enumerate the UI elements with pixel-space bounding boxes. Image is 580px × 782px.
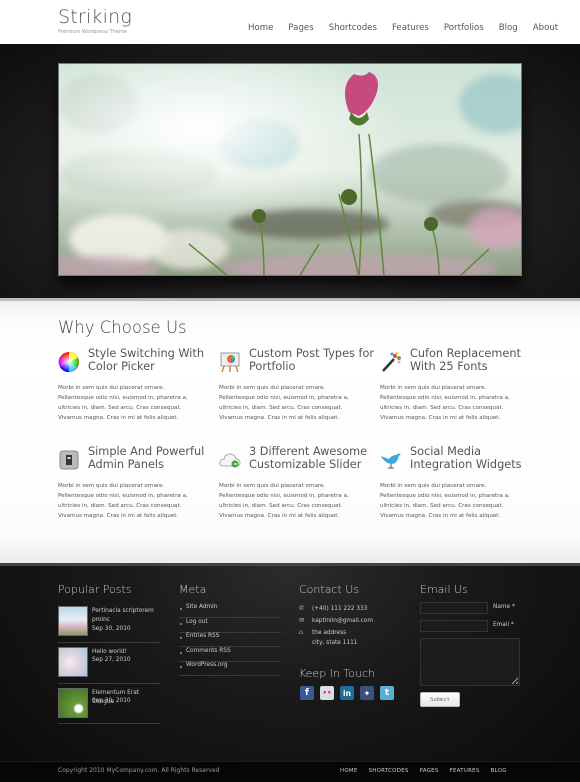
hero-slide-image[interactable]	[58, 63, 522, 276]
submit-button[interactable]: Submit	[420, 692, 460, 707]
linkedin-icon[interactable]: in	[340, 686, 354, 700]
contact-address: ⌂ the address	[299, 628, 346, 636]
meta-link-item: Entries RSS	[179, 632, 281, 647]
bullet-icon	[180, 608, 182, 610]
keep-in-touch-title: Keep In Touch	[299, 667, 375, 680]
nav-pages[interactable]: Pages	[288, 23, 313, 33]
main-nav: Home Pages Shortcodes Features Portfolio…	[248, 23, 573, 33]
footer-nav-home[interactable]: HOME	[340, 768, 358, 774]
contact-title: Contact Us	[299, 583, 360, 596]
footer-divider	[0, 563, 580, 566]
email-address[interactable]: kaptinlin@gmail.com	[312, 618, 373, 624]
email-input[interactable]	[420, 620, 488, 632]
home-icon: ⌂	[299, 628, 304, 636]
nav-shortcodes[interactable]: Shortcodes	[329, 23, 377, 33]
feature-title: Style Switching With Color Picker	[88, 347, 205, 373]
contact-phone: ✆ (+40) 111 222 333	[299, 604, 367, 612]
popular-post-item[interactable]: Pertinacia scriptorem proinc Sep 30, 201…	[58, 606, 160, 646]
meta-link-entries-rss[interactable]: Entries RSS	[186, 633, 219, 639]
easel-chart-icon	[219, 351, 241, 373]
post-date: Sep 30, 2010	[92, 698, 131, 704]
envelope-icon: ✉	[299, 616, 305, 624]
meta-link-item: Log out	[179, 618, 281, 633]
magic-wand-icon	[380, 351, 402, 373]
nav-blog[interactable]: Blog	[499, 23, 518, 33]
post-thumbnail[interactable]	[58, 647, 88, 677]
meta-link-site-admin[interactable]: Site Admin	[186, 604, 217, 610]
post-divider	[58, 683, 160, 684]
feature-title: Cufon Replacement With 25 Fonts	[410, 347, 521, 373]
site-tagline: Premium Wordpress Theme	[58, 29, 127, 35]
meta-link-item: WordPress.org	[179, 661, 281, 676]
admin-panel-icon	[58, 449, 80, 471]
post-title[interactable]: Hello world!	[92, 648, 162, 657]
features-title: Why Choose Us	[58, 318, 187, 337]
meta-link-item: Site Admin	[179, 603, 281, 618]
nav-about[interactable]: About	[533, 23, 558, 33]
post-divider	[58, 723, 160, 724]
feature-description: Morbi in sem quis dui placerat ornare. P…	[58, 385, 188, 421]
bullet-icon	[180, 637, 182, 639]
phone-number: (+40) 111 222 333	[312, 606, 368, 612]
features-section	[0, 301, 580, 563]
feature-description: Morbi in sem quis dui placerat ornare. P…	[58, 483, 188, 519]
message-textarea[interactable]	[420, 638, 520, 686]
feature-title: Simple And Powerful Admin Panels	[88, 445, 205, 471]
post-date: Sep 30, 2010	[92, 626, 131, 632]
phone-icon: ✆	[299, 604, 305, 612]
feature-title: Social Media Integration Widgets	[410, 445, 522, 471]
popular-post-item[interactable]: Hello world! Sep 27, 2010	[58, 647, 160, 687]
color-wheel-icon	[58, 351, 80, 373]
footer-nav-pages[interactable]: PAGES	[420, 768, 439, 774]
myspace-icon[interactable]: ✦	[360, 686, 374, 700]
feature-description: Morbi in sem quis dui placerat ornare. P…	[380, 483, 510, 519]
post-thumbnail[interactable]	[58, 606, 88, 636]
contact-email: ✉ kaptinlin@gmail.com	[299, 616, 373, 624]
post-date: Sep 27, 2010	[92, 657, 131, 663]
post-divider	[58, 642, 160, 643]
bullet-icon	[180, 623, 182, 625]
cloud-icon	[219, 449, 241, 471]
post-title[interactable]: Pertinacia scriptorem proinc	[92, 607, 162, 625]
nav-home[interactable]: Home	[248, 23, 273, 33]
feature-description: Morbi in sem quis dui placerat ornare. P…	[219, 483, 349, 519]
name-label: Name *	[493, 604, 515, 610]
twitter-icon[interactable]: t	[380, 686, 394, 700]
meta-link-item: Comments RSS	[179, 647, 281, 662]
footer-nav-blog[interactable]: BLOG	[491, 768, 507, 774]
post-thumbnail[interactable]	[58, 688, 88, 718]
address-line-2: city, state 1111	[312, 640, 358, 646]
meta-title: Meta	[179, 583, 207, 596]
nav-portfolios[interactable]: Portfolios	[444, 23, 484, 33]
facebook-icon[interactable]: f	[300, 686, 314, 700]
address-line-1: the address	[312, 630, 347, 636]
flickr-icon[interactable]: ••	[320, 686, 334, 700]
popular-post-item[interactable]: Elementum Erat Congue Sep 30, 2010	[58, 688, 160, 728]
bird-icon	[380, 449, 402, 471]
bullet-icon	[180, 652, 182, 654]
email-label: Email *	[493, 622, 514, 628]
nav-features[interactable]: Features	[392, 23, 429, 33]
feature-description: Morbi in sem quis dui placerat ornare. P…	[219, 385, 349, 421]
site-logo[interactable]: Striking	[58, 6, 132, 28]
meta-link-log-out[interactable]: Log out	[186, 619, 208, 625]
meta-link-comments-rss[interactable]: Comments RSS	[186, 648, 231, 654]
popular-posts-title: Popular Posts	[58, 583, 132, 596]
feature-description: Morbi in sem quis dui placerat ornare. P…	[380, 385, 510, 421]
name-input[interactable]	[420, 602, 488, 614]
meta-link-wordpress[interactable]: WordPress.org	[186, 662, 228, 668]
email-us-title: Email Us	[420, 583, 468, 596]
footer-nav-features[interactable]: FEATURES	[450, 768, 480, 774]
flower-photo	[59, 64, 521, 275]
feature-title: Custom Post Types for Portfolio	[249, 347, 375, 373]
footer-nav-shortcodes[interactable]: SHORTCODES	[369, 768, 409, 774]
footer-nav: HOME SHORTCODES PAGES FEATURES BLOG	[340, 768, 518, 774]
bullet-icon	[180, 666, 182, 668]
copyright-text: Copyright 2010 MyCompany.com. All Rights…	[58, 767, 220, 774]
site-header: Striking Premium Wordpress Theme Home Pa…	[0, 0, 580, 44]
feature-title: 3 Different Awesome Customizable Slider	[249, 445, 368, 471]
